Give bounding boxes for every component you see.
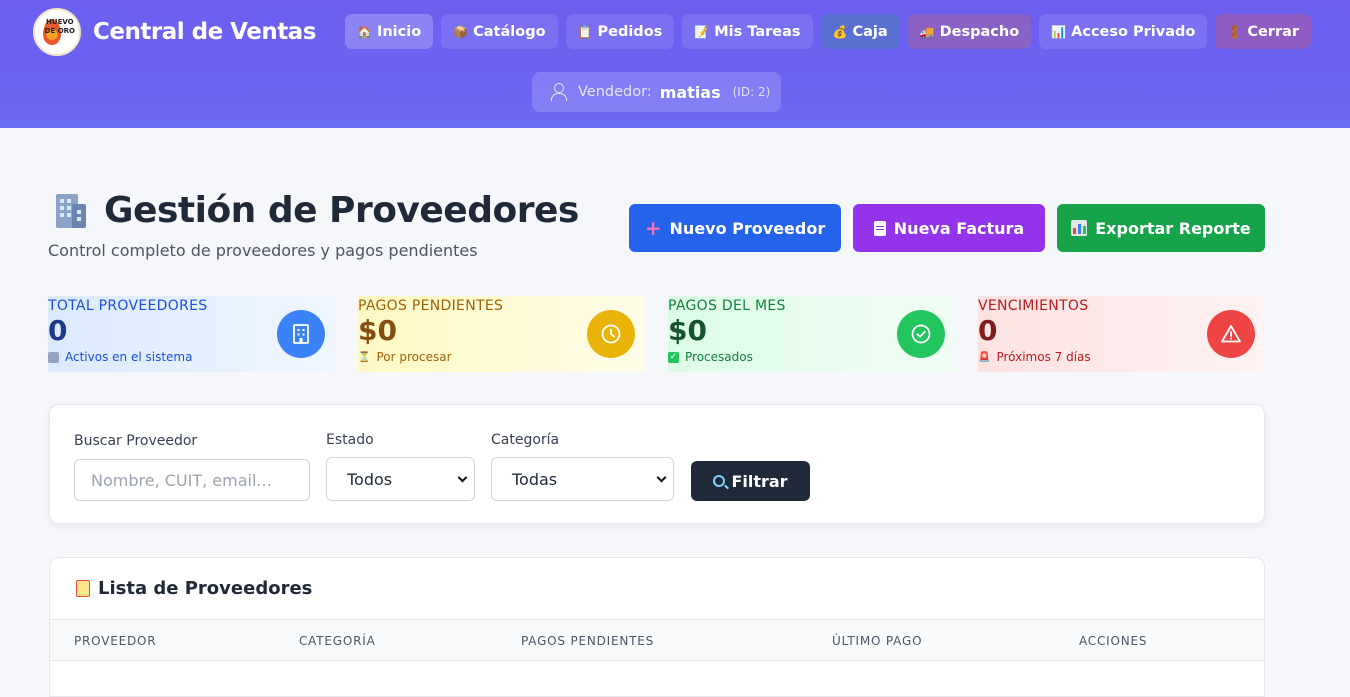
column-header[interactable]: CATEGORÍA [299,634,376,648]
nav-label: Cerrar [1247,23,1300,40]
search-label: Buscar Proveedor [74,433,198,449]
package-icon: 📦 [453,24,469,39]
stat-total-proveedores: TOTAL PROVEEDORES 0 Activos en el sistem… [48,296,335,372]
seller-name: matias [659,82,721,102]
stat-vencimientos: VENCIMIENTOS 0 🚨 Próximos 7 días [978,296,1265,372]
nav-acceso-privado[interactable]: 📊 Acceso Privado [1039,14,1208,49]
column-header[interactable]: ÚLTIMO PAGO [832,634,922,648]
nav-cerrar[interactable]: 🚪 Cerrar [1215,14,1312,49]
nav-label: Acceso Privado [1071,23,1196,40]
nav-label: Pedidos [597,23,663,40]
nav-label: Caja [852,23,888,40]
categoria-value: Todas [512,469,558,489]
document-icon [873,220,886,236]
new-provider-label: Nuevo Proveedor [669,218,826,238]
search-icon [713,475,726,487]
page-subtitle: Control completo de proveedores y pagos … [48,241,478,260]
nav-label: Mis Tareas [714,23,801,40]
providers-list: Lista de Proveedores PROVEEDOR CATEGORÍA… [49,557,1265,697]
brand-title: Central de Ventas [93,19,316,45]
nav-inicio[interactable]: 🏠 Inicio [345,14,434,49]
filter-button[interactable]: Filtrar [691,461,810,501]
column-header[interactable]: PROVEEDOR [74,634,156,648]
seller-prefix: Vendedor: [578,84,652,100]
list-title: Lista de Proveedores [76,578,312,599]
table-header: PROVEEDOR CATEGORÍA PAGOS PENDIENTES ÚLT… [50,619,1264,661]
nav-label: Inicio [376,23,422,40]
new-invoice-label: Nueva Factura [893,218,1025,238]
estado-select[interactable]: Todos [326,457,475,501]
new-invoice-button[interactable]: Nueva Factura [853,204,1045,252]
brand[interactable]: HUEVO DE ORO Central de Ventas [33,8,316,56]
money-bag-icon: 💰 [832,24,848,39]
bar-chart-icon [1071,220,1088,236]
nav-label: Catálogo [473,23,546,40]
building-icon [48,351,59,363]
stat-note-text: Activos en el sistema [65,350,193,364]
clipboard-icon: 📋 [577,24,593,39]
chevron-down-icon [656,472,667,483]
nav-despacho[interactable]: 🚚 Despacho [907,14,1032,49]
search-input[interactable]: Nombre, CUIT, email... [74,459,310,501]
logo: HUEVO DE ORO [33,8,81,56]
list-title-text: Lista de Proveedores [98,578,313,599]
nav-caja[interactable]: 💰 Caja [820,14,900,49]
categoria-label: Categoría [491,432,560,448]
house-icon: 🏠 [357,24,372,39]
building-icon [277,310,325,358]
clock-icon [587,310,635,358]
plus-icon: + [644,216,662,240]
stat-note-text: Próximos 7 días [996,350,1091,364]
warning-icon [1207,310,1255,358]
nav-mis-tareas[interactable]: 📝 Mis Tareas [682,14,813,49]
export-report-label: Exportar Reporte [1095,218,1251,238]
seller-badge: Vendedor: matias (ID: 2) [532,72,781,112]
chevron-down-icon [457,472,468,483]
column-header[interactable]: ACCIONES [1079,634,1147,648]
estado-value: Todos [347,469,393,489]
seller-id: (ID: 2) [732,85,771,99]
nav-catalogo[interactable]: 📦 Catálogo [441,14,558,49]
categoria-select[interactable]: Todas [491,457,674,501]
stat-pagos-del-mes: PAGOS DEL MES $0 ✓ Procesados [668,296,955,372]
stat-note-text: Por procesar [376,350,452,364]
top-header: HUEVO DE ORO Central de Ventas 🏠 Inicio 📦… [0,0,1350,128]
stat-note-text: Procesados [685,350,753,364]
estado-label: Estado [326,432,374,448]
memo-icon: 📝 [694,24,710,39]
bar-chart-icon: 📊 [1051,24,1067,39]
filter-button-label: Filtrar [731,471,788,491]
main-nav: 🏠 Inicio 📦 Catálogo 📋 Pedidos 📝 Mis Tare… [345,14,1312,49]
office-building-icon [52,192,88,230]
new-provider-button[interactable]: + Nuevo Proveedor [629,204,841,252]
filter-panel: Buscar Proveedor Nombre, CUIT, email... … [49,404,1265,524]
search-placeholder: Nombre, CUIT, email... [91,470,272,490]
export-report-button[interactable]: Exportar Reporte [1057,204,1265,252]
check-circle-icon [897,310,945,358]
column-header[interactable]: PAGOS PENDIENTES [521,634,654,648]
stat-pagos-pendientes: PAGOS PENDIENTES $0 ⏳ Por procesar [358,296,645,372]
nav-label: Despacho [939,23,1020,40]
clipboard-icon [76,580,90,597]
truck-icon: 🚚 [919,24,935,39]
page-title-text: Gestión de Proveedores [104,190,579,231]
nav-pedidos[interactable]: 📋 Pedidos [565,14,675,49]
siren-icon: 🚨 [978,351,991,363]
page-title: Gestión de Proveedores [52,190,579,231]
check-box-icon: ✓ [668,351,679,363]
door-icon: 🚪 [1227,24,1243,39]
user-icon [550,83,567,101]
hourglass-icon: ⏳ [358,351,371,363]
